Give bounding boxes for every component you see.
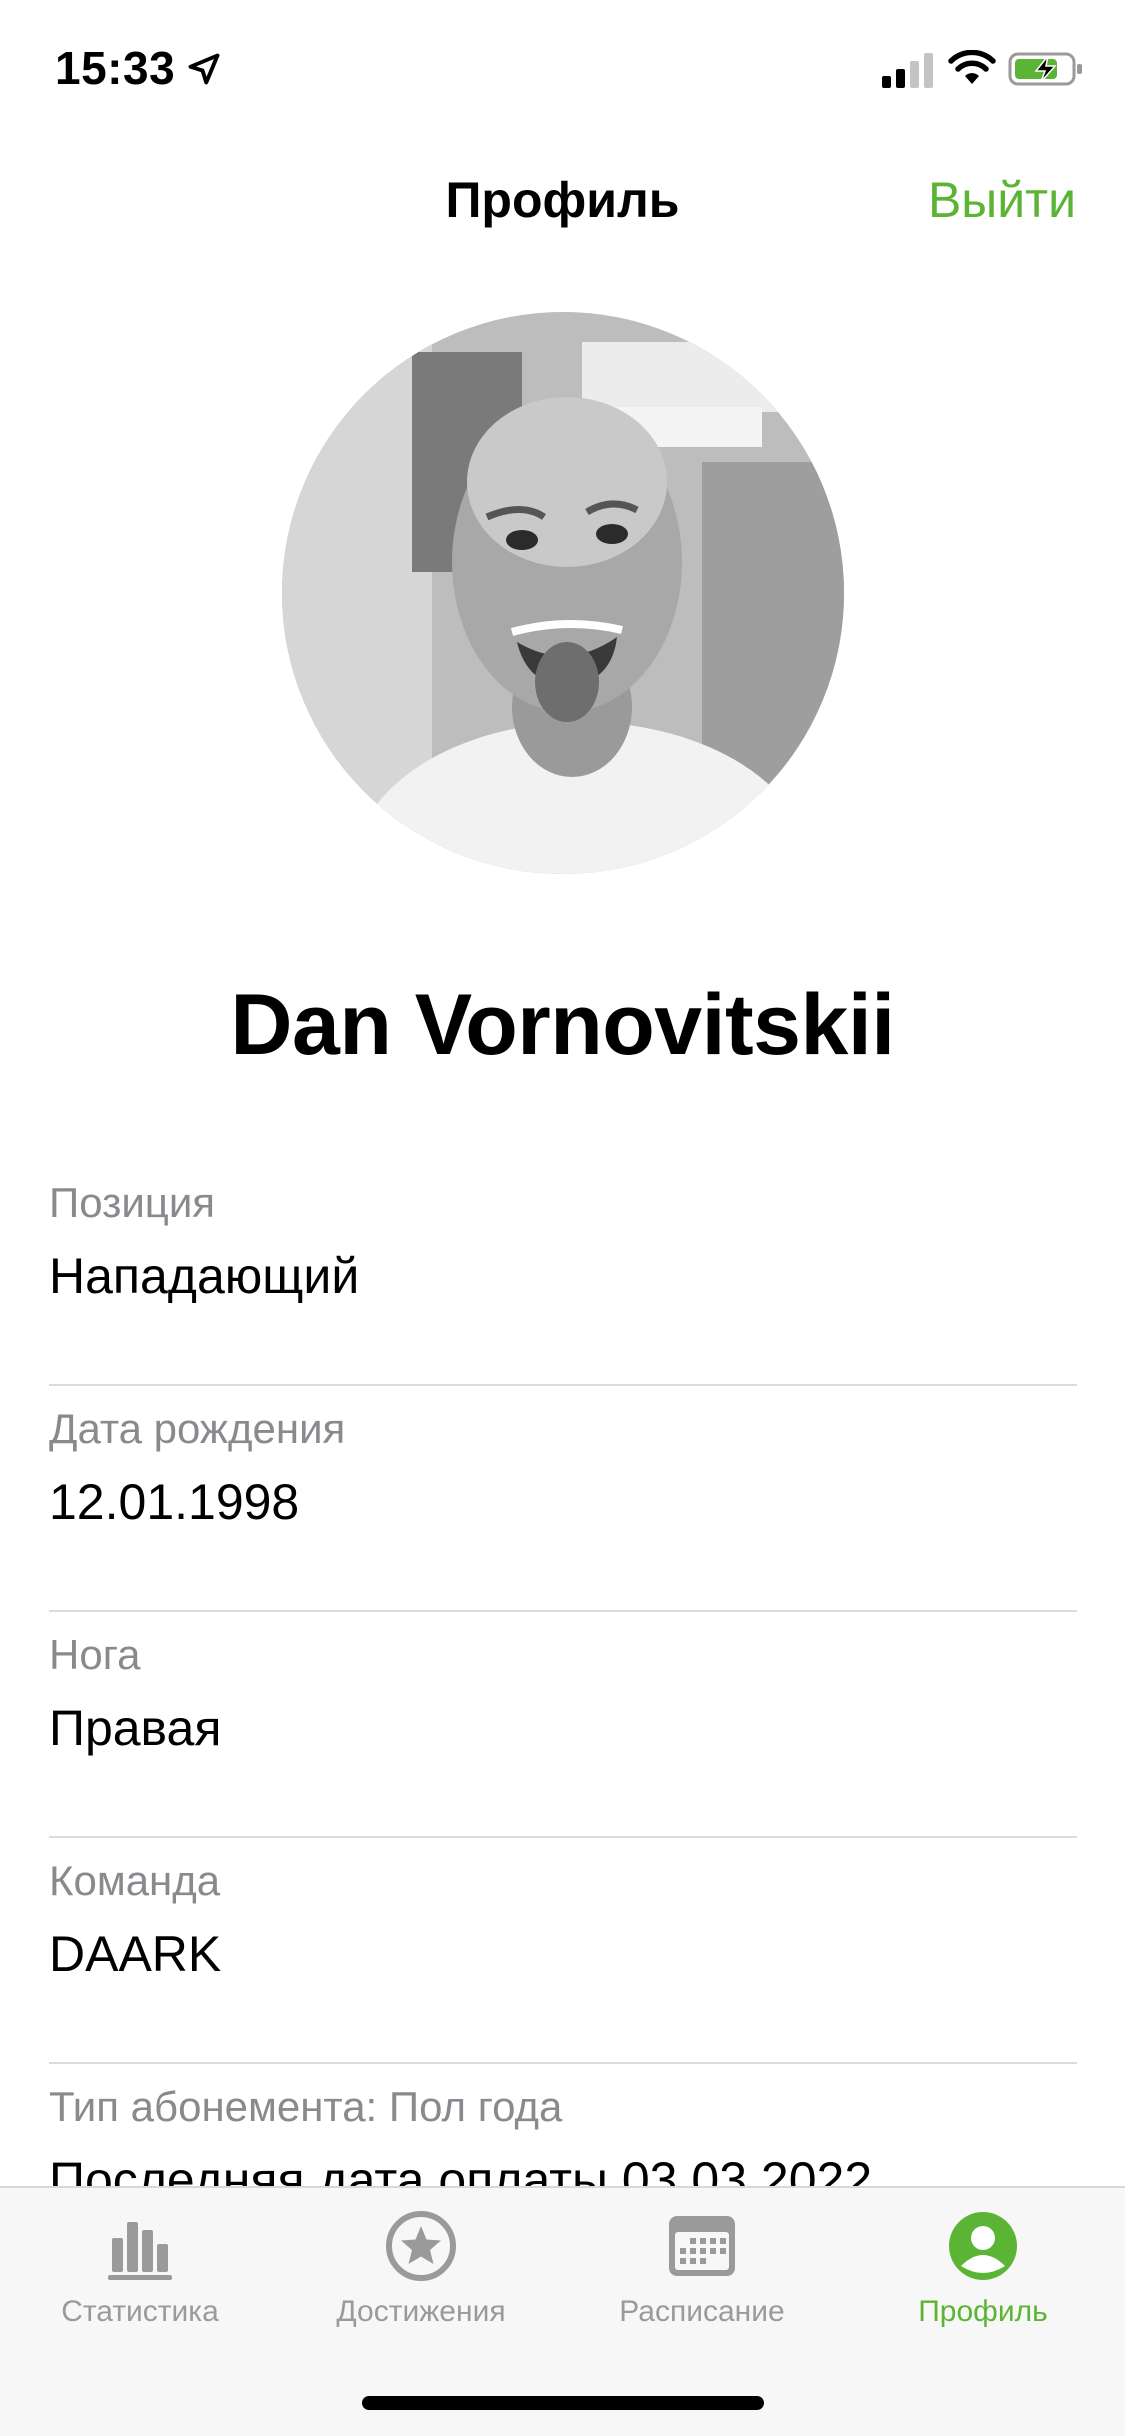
calendar-icon <box>669 2216 735 2276</box>
status-time: 15:33 <box>55 42 176 94</box>
cellular-signal-icon <box>882 53 933 88</box>
field-label: Команда <box>49 1857 221 1904</box>
field-label: Нога <box>49 1631 141 1678</box>
wifi-icon <box>948 50 996 84</box>
field-label: Тип абонемента: Пол года <box>49 2083 563 2130</box>
info-row-birth-date: Дата рождения 12.01.1998 <box>49 1386 1077 1612</box>
field-label: Позиция <box>49 1179 216 1226</box>
star-circle-icon <box>386 2211 456 2281</box>
navigation-bar: Профиль Выйти <box>0 150 1125 250</box>
tab-schedule[interactable]: Расписание <box>562 2208 842 2338</box>
field-value: DAARK <box>49 1926 222 1982</box>
person-circle-icon <box>949 2212 1017 2280</box>
tab-label: Расписание <box>619 2295 785 2328</box>
status-bar: 15:33 <box>0 0 1125 140</box>
info-row-position: Позиция Нападающий <box>49 1160 1077 1386</box>
info-row-team: Команда DAARK <box>49 1838 1077 2064</box>
logout-button[interactable]: Выйти <box>928 170 1076 230</box>
info-row-foot: Нога Правая <box>49 1612 1077 1838</box>
field-value: Нападающий <box>49 1248 360 1304</box>
field-label: Дата рождения <box>49 1405 346 1452</box>
home-indicator[interactable] <box>362 2396 764 2410</box>
tab-profile[interactable]: Профиль <box>843 2208 1123 2338</box>
profile-photo <box>282 312 844 874</box>
location-arrow-icon <box>188 53 220 85</box>
tab-label: Статистика <box>61 2295 219 2328</box>
tab-statistics[interactable]: Статистика <box>0 2208 280 2338</box>
bar-chart-icon <box>108 2222 172 2280</box>
battery-charging-icon <box>1008 52 1082 86</box>
tab-bar: Статистика Достижения Расписание Профиль <box>0 2186 1125 2436</box>
tab-label: Достижения <box>336 2295 506 2328</box>
avatar[interactable] <box>282 312 844 874</box>
field-value: 12.01.1998 <box>49 1474 300 1530</box>
profile-info-list: Позиция Нападающий Дата рождения 12.01.1… <box>49 1160 1077 2290</box>
user-name: Dan Vornovitskii <box>230 977 895 1073</box>
tab-achievements[interactable]: Достижения <box>281 2208 561 2338</box>
tab-label: Профиль <box>918 2295 1048 2328</box>
field-value: Правая <box>49 1700 222 1756</box>
